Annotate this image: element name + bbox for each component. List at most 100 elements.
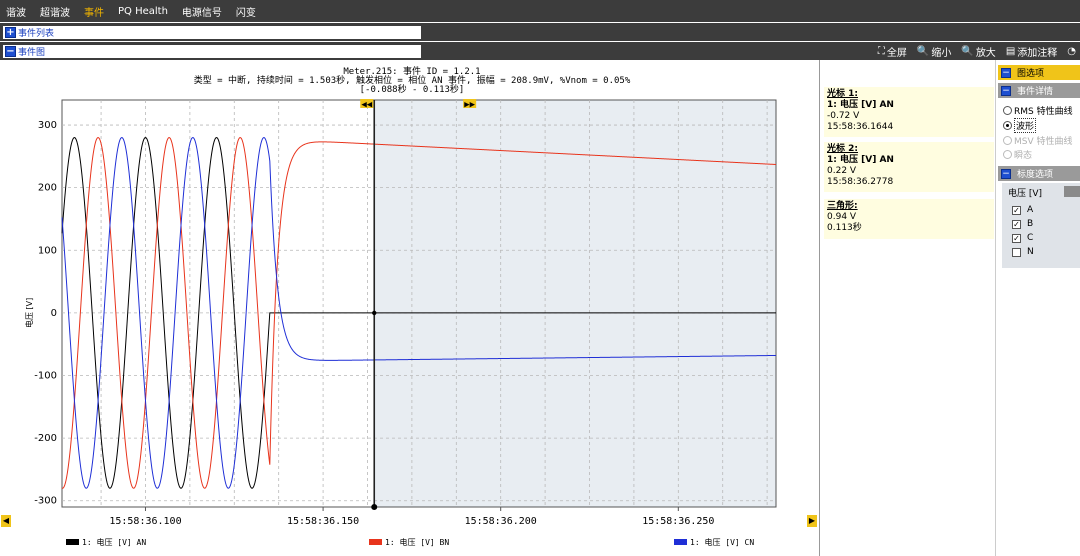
cursor1-box: 光标 1: 1: 电压 [V] AN -0.72 V 15:58:36.1644 (824, 87, 994, 137)
y-axis-label: 电压 [V] (24, 298, 34, 328)
radio-icon (1003, 136, 1012, 145)
phase-n-checkbox[interactable]: N (1012, 247, 1034, 257)
event-chart-header[interactable]: − 事件图 (3, 44, 421, 58)
phase-b-checkbox[interactable]: ✓ B (1012, 219, 1033, 229)
phase-b-label: B (1027, 219, 1034, 229)
nav-harmonics[interactable]: 谐波 (6, 4, 26, 19)
cursor1-time: 15:58:36.1644 (827, 122, 894, 132)
nav-events[interactable]: 事件 (84, 4, 104, 19)
cursor1-title: 光标 1: (827, 89, 858, 99)
delta-time: 0.113秒 (827, 223, 862, 233)
rms-radio[interactable]: RMS 特性曲线 (1003, 104, 1073, 117)
radio-selected-icon (1003, 121, 1012, 130)
event-list-label: 事件列表 (18, 28, 55, 39)
nav-power-signal[interactable]: 电源信号 (182, 4, 222, 19)
phase-c-checkbox[interactable]: ✓ C (1012, 233, 1033, 243)
scroll-right-icon[interactable]: ▶ (807, 515, 817, 527)
radio-icon (1003, 106, 1012, 115)
msv-label: MSV 特性曲线 (1014, 137, 1073, 147)
rms-label: RMS 特性曲线 (1014, 107, 1073, 117)
scroll-left-icon[interactable]: ◀ (1, 515, 11, 527)
scale-tab-voltage[interactable]: 电压 [V] (1008, 186, 1042, 199)
cursor1-handle (371, 504, 378, 510)
zoom-out-label: 缩小 (931, 47, 952, 59)
y-tick-label: 300 (38, 120, 57, 131)
more-icon[interactable]: ◔ (1067, 46, 1076, 57)
top-nav: 谐波 超谐波 事件 PQ Health 电源信号 闪变 (0, 0, 1080, 22)
y-tick-label: 100 (38, 245, 57, 256)
y-tick-label: -100 (34, 371, 57, 382)
waveform-chart[interactable]: Meter.215: 事件 ID = 1.2.1 类型 = 中断, 持续时间 =… (0, 60, 820, 556)
delta-value: 0.94 V (827, 212, 857, 222)
phase-a-label: A (1027, 205, 1034, 215)
scale-tab-other[interactable] (1064, 186, 1080, 197)
legend-label-an: 1: 电压 [V] AN (82, 537, 146, 547)
chart-toolbar: ⛶ 全屏 🔍 缩小 🔍 放大 ▤ 添加注释 ◔ (868, 42, 1076, 60)
chart-header-line3: [-0.088秒 - 0.113秒] (360, 83, 465, 95)
transient-label: 瞬态 (1014, 151, 1033, 161)
nav-pq-health[interactable]: PQ Health (118, 6, 168, 17)
delta-title: 三角形: (827, 201, 858, 211)
checkbox-icon (1012, 247, 1021, 257)
chart-options-header[interactable]: − 图选项 (998, 65, 1080, 80)
event-list-bar: + 事件列表 (0, 23, 1080, 41)
x-tick-label: 15:58:36.200 (465, 516, 537, 527)
phase-a-checkbox[interactable]: ✓ A (1012, 205, 1033, 215)
y-tick-label: -300 (34, 496, 57, 507)
scale-options-header[interactable]: − 标度选项 (998, 166, 1080, 181)
msv-radio[interactable]: MSV 特性曲线 (1003, 134, 1073, 147)
nav-supraharmonics[interactable]: 超谐波 (40, 4, 70, 19)
zoom-in-icon: 🔍 (961, 45, 974, 57)
cursor1-point (372, 310, 377, 316)
comment-icon: ▤ (1005, 45, 1016, 57)
fullscreen-icon: ⛶ (877, 45, 885, 57)
cursor2-box: 光标 2: 1: 电压 [V] AN 0.22 V 15:58:36.2778 (824, 142, 994, 192)
x-tick-label: 15:58:36.100 (109, 516, 181, 527)
radio-icon (1003, 150, 1012, 159)
zoom-in-label: 放大 (975, 47, 996, 59)
zoom-in-button[interactable]: 🔍 放大 (961, 44, 995, 59)
collapse-icon: − (1001, 168, 1011, 179)
y-tick-label: 200 (38, 183, 57, 194)
cursor1-value: -0.72 V (827, 111, 860, 121)
annotate-button[interactable]: ▤ 添加注释 (1006, 44, 1057, 59)
checkbox-icon: ✓ (1012, 233, 1021, 243)
fullscreen-label: 全屏 (886, 47, 907, 59)
event-chart-label: 事件图 (18, 47, 46, 58)
expand-icon[interactable]: + (5, 26, 16, 38)
annotate-label: 添加注释 (1017, 47, 1058, 59)
legend-label-cn: 1: 电压 [V] CN (690, 537, 754, 547)
phase-n-label: N (1027, 247, 1034, 257)
zoom-out-button[interactable]: 🔍 缩小 (917, 44, 951, 59)
event-details-header[interactable]: − 事件详情 (998, 83, 1080, 98)
event-chart-bar: − 事件图 ⛶ 全屏 🔍 缩小 🔍 放大 ▤ 添加注释 ◔ (0, 42, 1080, 60)
collapse-icon: − (1001, 67, 1011, 78)
event-details-label: 事件详情 (1017, 87, 1054, 97)
legend-swatch-cn (674, 539, 687, 545)
nav-flicker[interactable]: 闪变 (236, 4, 256, 19)
scale-options-label: 标度选项 (1017, 170, 1054, 180)
legend-swatch-bn (369, 539, 382, 545)
x-tick-label: 15:58:36.150 (287, 516, 359, 527)
event-list-header[interactable]: + 事件列表 (3, 25, 421, 39)
cursor1-marker-icon: ◀◀ (361, 101, 372, 109)
cursor2-marker-icon: ▶▶ (464, 101, 475, 109)
collapse-icon: − (1001, 85, 1011, 96)
phase-c-label: C (1027, 233, 1034, 243)
checkbox-icon: ✓ (1012, 205, 1021, 215)
cursor2-time: 15:58:36.2778 (827, 177, 894, 187)
checkbox-icon: ✓ (1012, 219, 1021, 229)
y-tick-label: -200 (34, 433, 57, 444)
x-tick-label: 15:58:36.250 (642, 516, 714, 527)
chart-options-label: 图选项 (1017, 69, 1045, 79)
fullscreen-button[interactable]: ⛶ 全屏 (878, 44, 907, 59)
event-chart-panel: Meter.215: 事件 ID = 1.2.1 类型 = 中断, 持续时间 =… (0, 60, 820, 556)
delta-box: 三角形: 0.94 V 0.113秒 (824, 199, 994, 239)
app-root: 谐波 超谐波 事件 PQ Health 电源信号 闪变 + 事件列表 − 事件图… (0, 0, 1080, 556)
transient-radio[interactable]: 瞬态 (1003, 148, 1032, 161)
waveform-label: 波形 (1014, 118, 1037, 133)
scale-options-box: 电压 [V] ✓ A ✓ B ✓ C N (1002, 183, 1080, 268)
zoom-out-icon: 🔍 (916, 45, 930, 57)
collapse-icon[interactable]: − (5, 45, 16, 57)
waveform-radio[interactable]: 波形 (1003, 118, 1037, 133)
